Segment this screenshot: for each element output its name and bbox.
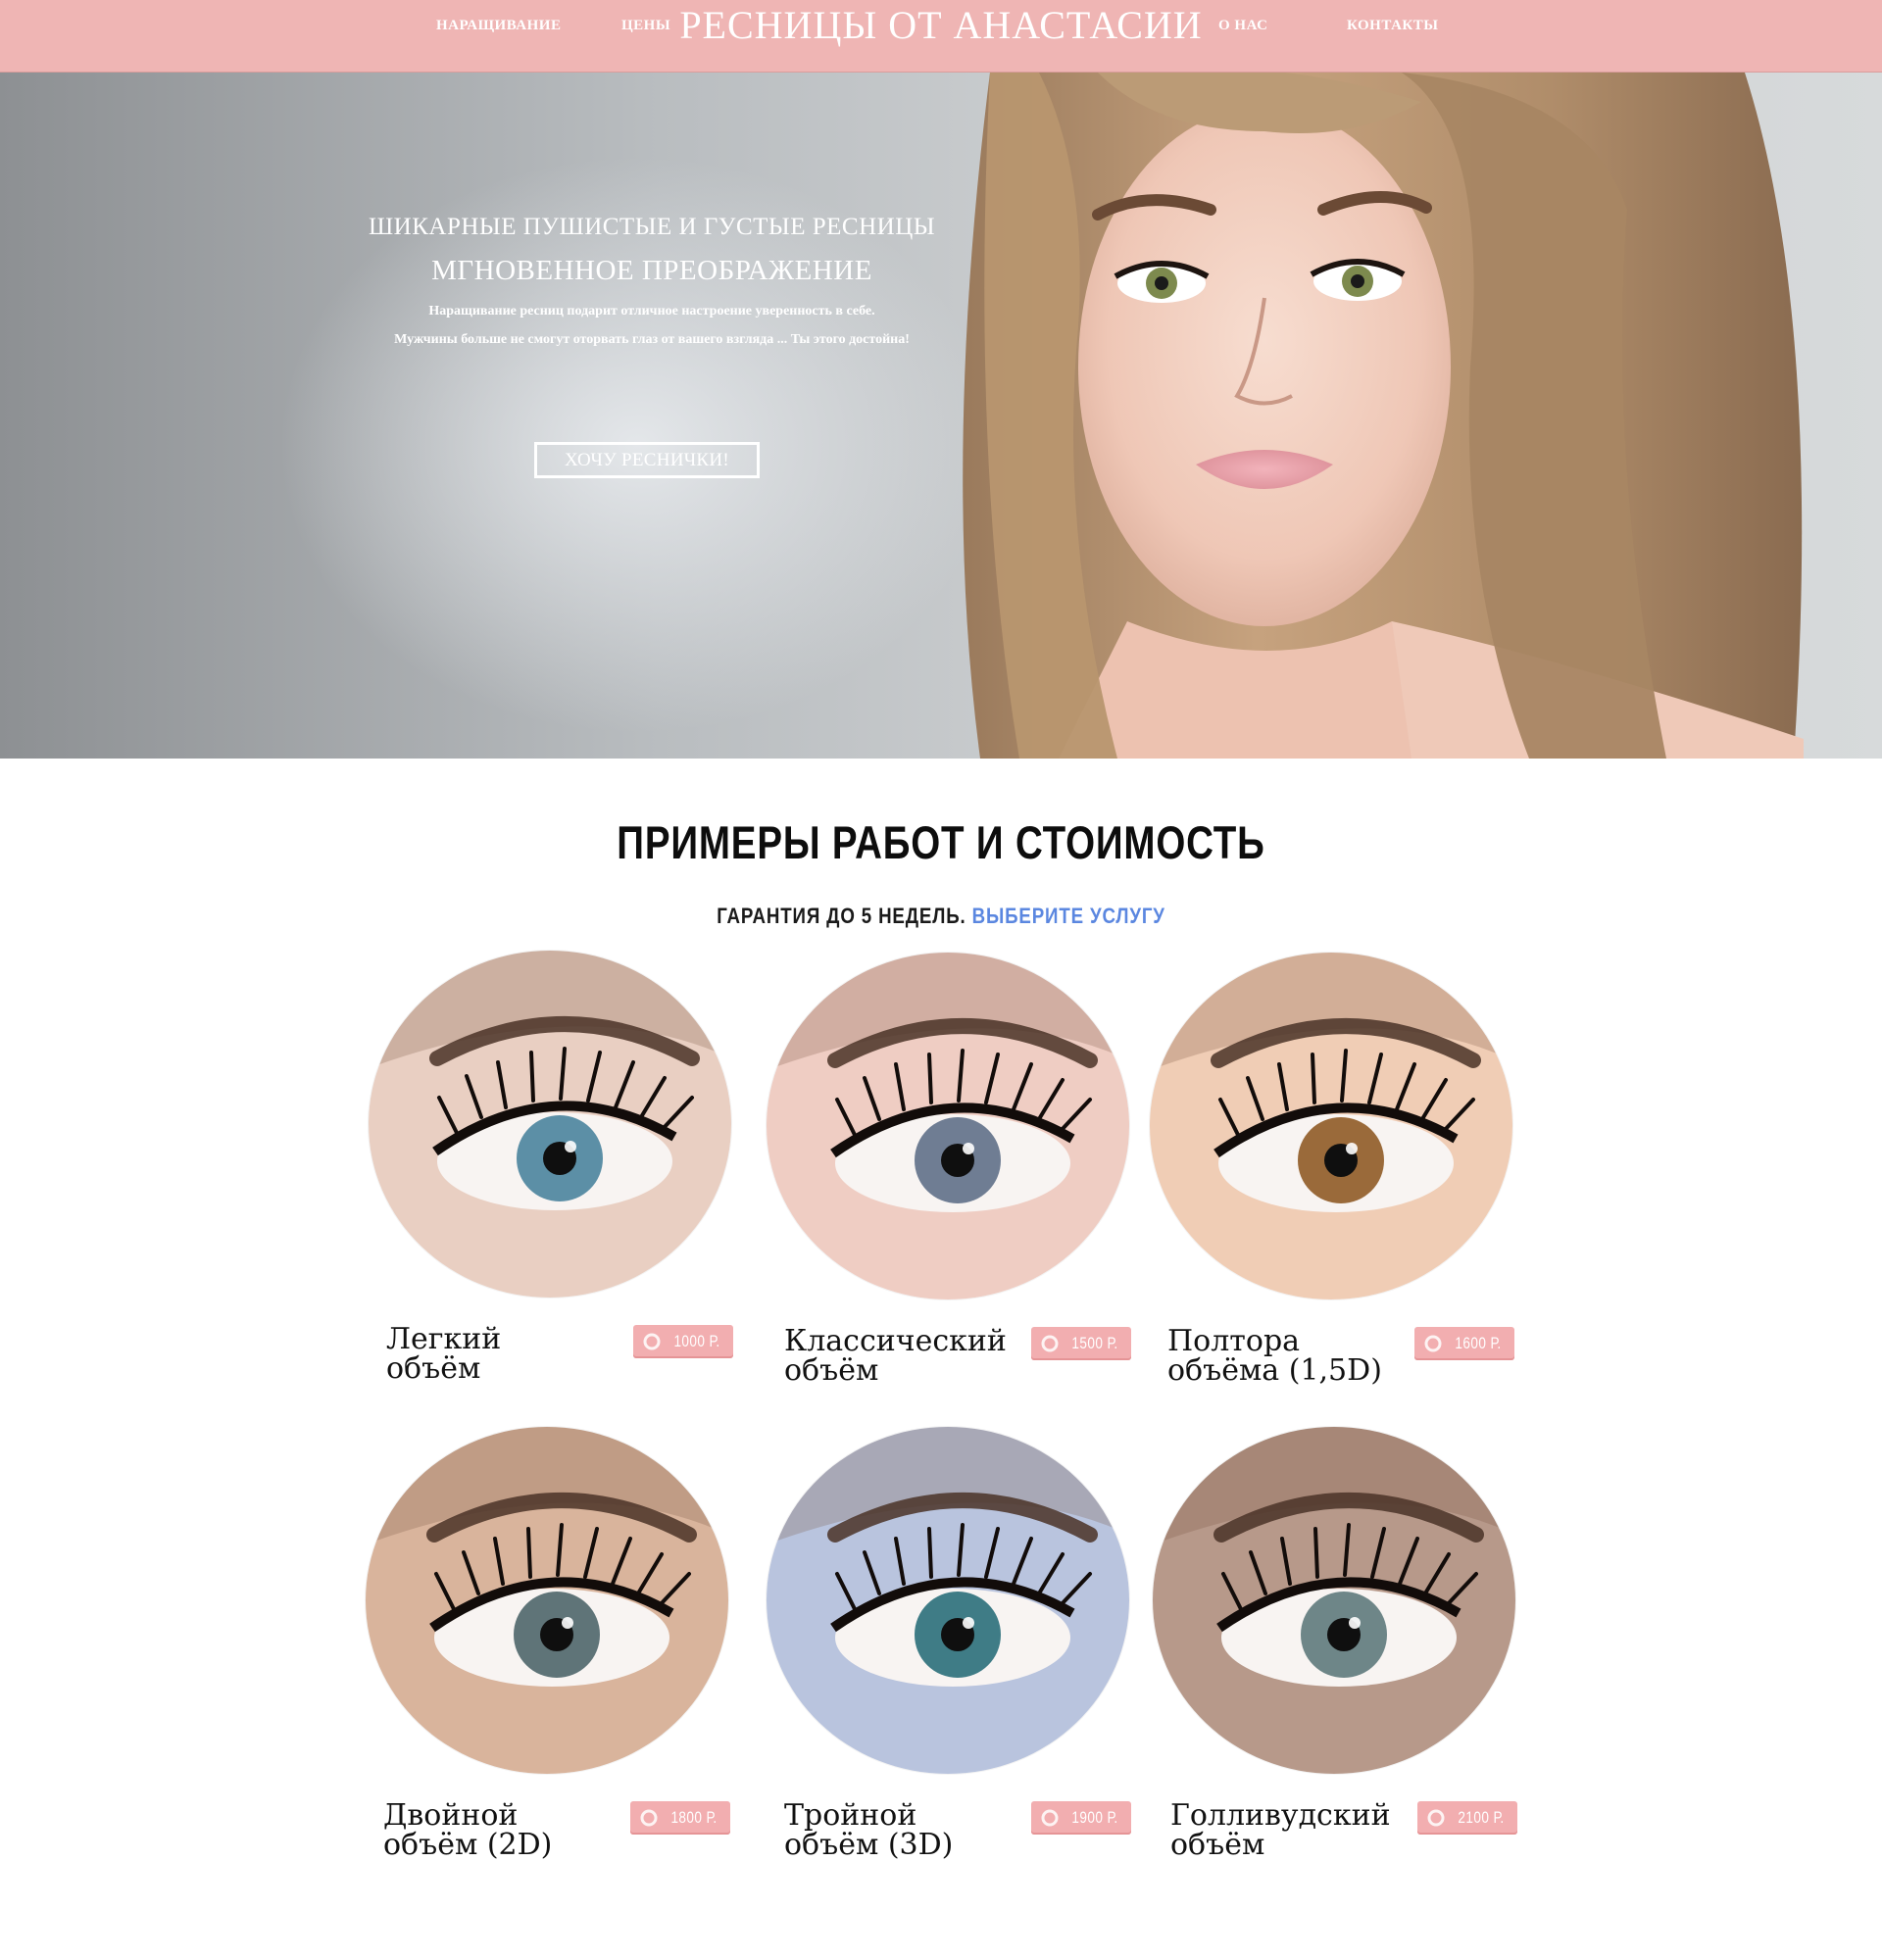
hero-cta-button[interactable]: ХОЧУ РЕСНИЧКИ!	[534, 442, 760, 478]
service-price-button[interactable]: 2100 Р.	[1417, 1801, 1517, 1835]
service-name: Тройной объём (3D)	[784, 1801, 1059, 1860]
service-name: Голливудский объём	[1170, 1801, 1445, 1860]
eye-closeup-image	[1153, 1427, 1515, 1774]
eye-closeup-image	[366, 1427, 728, 1774]
eye-closeup-image	[369, 951, 731, 1298]
service-price: 1600 Р.	[1455, 1334, 1502, 1352]
eye-closeup-image	[1150, 953, 1512, 1299]
ring-icon	[1424, 1335, 1442, 1352]
service-name-line-1: Тройной	[784, 1798, 917, 1833]
hero-description-line-1: Наращивание ресниц подарит отличное наст…	[428, 304, 875, 318]
service-name: Двойной объём (2D)	[383, 1801, 658, 1860]
nav-link-contacts[interactable]: КОНТАКТЫ	[1347, 18, 1439, 34]
service-name: Легкий объём	[386, 1325, 661, 1384]
works-section-title: ПРИМЕРЫ РАБОТ И СТОИМОСТЬ	[617, 816, 1265, 868]
guarantee-text: ГАРАНТИЯ ДО 5 НЕДЕЛЬ.	[717, 904, 966, 928]
ring-icon	[1427, 1809, 1445, 1827]
service-name: Полтора объёма (1,5D)	[1167, 1327, 1442, 1386]
service-price: 2100 Р.	[1458, 1808, 1505, 1827]
service-price: 1900 Р.	[1071, 1808, 1118, 1827]
service-price: 1000 Р.	[673, 1332, 720, 1350]
service-name-line-2: объём	[1170, 1828, 1265, 1862]
service-price-button[interactable]: 1800 Р.	[630, 1801, 730, 1835]
ring-icon	[1041, 1809, 1059, 1827]
service-price-button[interactable]: 1000 Р.	[633, 1325, 733, 1358]
top-navigation-bar: НАРАЩИВАНИЕ ЦЕНЫ РЕСНИЦЫ ОТ АНАСТАСИИ О …	[0, 0, 1882, 73]
ring-icon	[643, 1333, 661, 1350]
nav-link-about[interactable]: О НАС	[1218, 18, 1268, 34]
service-price-button[interactable]: 1500 Р.	[1031, 1327, 1131, 1360]
service-name-line-2: объёма (1,5D)	[1167, 1353, 1382, 1388]
works-subtitle: ГАРАНТИЯ ДО 5 НЕДЕЛЬ. ВЫБЕРИТЕ УСЛУГУ	[141, 904, 1741, 929]
service-name-line-2: объём	[386, 1351, 481, 1386]
service-price: 1800 Р.	[670, 1808, 718, 1827]
service-price-button[interactable]: 1600 Р.	[1414, 1327, 1514, 1360]
service-eye-photo[interactable]	[366, 1427, 728, 1774]
site-brand-logo[interactable]: РЕСНИЦЫ ОТ АНАСТАСИИ	[0, 2, 1882, 48]
hero-model-photo	[963, 73, 1804, 759]
service-card: Полтора объёма (1,5D) 1600 Р.	[1150, 953, 1542, 1413]
hero-banner: ШИКАРНЫЕ ПУШИСТЫЕ И ГУСТЫЕ РЕСНИЦЫ МГНОВ…	[0, 73, 1882, 759]
service-name-line-1: Полтора	[1167, 1324, 1301, 1358]
service-card: Классический объём 1500 Р.	[767, 953, 1159, 1413]
service-card: Тройной объём (3D) 1900 Р.	[767, 1427, 1159, 1887]
ring-icon	[640, 1809, 658, 1827]
ring-icon	[1041, 1335, 1059, 1352]
service-name: Классический объём	[784, 1327, 1059, 1386]
hero-subheadline: МГНОВЕННОЕ ПРЕОБРАЖЕНИЕ	[431, 255, 872, 286]
service-card: Голливудский объём 2100 Р.	[1153, 1427, 1545, 1887]
service-name-line-2: объём (2D)	[383, 1828, 553, 1862]
eye-closeup-image	[767, 953, 1129, 1299]
service-card: Двойной объём (2D) 1800 Р.	[366, 1427, 758, 1887]
service-card: Легкий объём 1000 Р.	[369, 951, 761, 1411]
service-name-line-1: Голливудский	[1170, 1798, 1391, 1833]
service-eye-photo[interactable]	[767, 1427, 1129, 1774]
service-name-line-1: Классический	[784, 1324, 1007, 1358]
service-eye-photo[interactable]	[767, 953, 1129, 1299]
service-name-line-1: Легкий	[386, 1322, 502, 1356]
hero-description-line-2: Мужчины больше не смогут оторвать глаз о…	[394, 332, 910, 347]
service-price-button[interactable]: 1900 Р.	[1031, 1801, 1131, 1835]
service-name-line-2: объём (3D)	[784, 1828, 954, 1862]
hero-headline: ШИКАРНЫЕ ПУШИСТЫЕ И ГУСТЫЕ РЕСНИЦЫ	[368, 214, 936, 240]
choose-service-link[interactable]: ВЫБЕРИТЕ УСЛУГУ	[972, 904, 1165, 928]
service-eye-photo[interactable]	[369, 951, 731, 1298]
eye-closeup-image	[767, 1427, 1129, 1774]
service-eye-photo[interactable]	[1150, 953, 1512, 1299]
service-eye-photo[interactable]	[1153, 1427, 1515, 1774]
service-name-line-1: Двойной	[383, 1798, 519, 1833]
service-name-line-2: объём	[784, 1353, 879, 1388]
service-price: 1500 Р.	[1071, 1334, 1118, 1352]
